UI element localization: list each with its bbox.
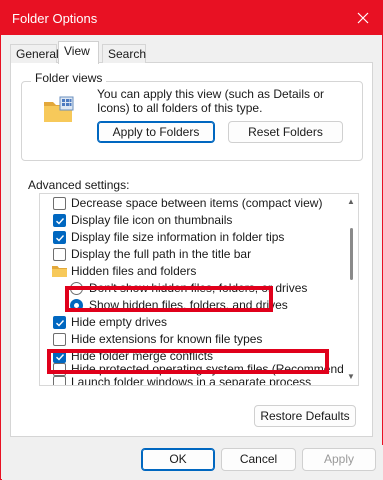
- checkbox[interactable]: [53, 197, 66, 210]
- list-item-label: Show hidden files, folders, and drives: [89, 298, 288, 312]
- checkbox[interactable]: [53, 231, 66, 244]
- scrollbar-thumb[interactable]: [350, 228, 353, 280]
- advanced-settings-list[interactable]: Decrease space between items (compact vi…: [39, 193, 359, 386]
- list-item[interactable]: Display file icon on thumbnails: [40, 212, 343, 229]
- checkbox[interactable]: [53, 214, 66, 227]
- folder-view-icon: [43, 96, 75, 124]
- folder-views-description: You can apply this view (such as Details…: [97, 87, 325, 115]
- list-item-label: Hide extensions for known file types: [71, 332, 263, 346]
- list-item[interactable]: Launch folder windows in a separate proc…: [40, 374, 343, 386]
- radio-button[interactable]: [70, 299, 83, 312]
- ok-button[interactable]: OK: [141, 448, 215, 471]
- list-item[interactable]: Show hidden files, folders, and drives: [40, 297, 343, 314]
- folder-options-window: Folder Options General View Search Folde…: [0, 0, 383, 480]
- folder-icon: [52, 265, 67, 278]
- list-scrollbar[interactable]: ▲ ▼: [344, 194, 358, 385]
- list-item[interactable]: Don't show hidden files, folders, or dri…: [40, 280, 343, 297]
- tab-view[interactable]: View: [58, 41, 99, 64]
- tab-general[interactable]: General: [10, 44, 59, 63]
- title-bar[interactable]: Folder Options: [1, 1, 382, 35]
- list-item-label: Display the full path in the title bar: [71, 247, 252, 261]
- list-item: Hidden files and folders: [40, 263, 343, 280]
- advanced-settings-label: Advanced settings:: [28, 178, 130, 192]
- scroll-down-icon[interactable]: ▼: [347, 373, 355, 381]
- radio-button[interactable]: [70, 282, 83, 295]
- list-item-label: Hide empty drives: [71, 315, 168, 329]
- reset-folders-button[interactable]: Reset Folders: [228, 121, 343, 143]
- checkbox[interactable]: [53, 333, 66, 346]
- checkbox[interactable]: [53, 248, 66, 261]
- apply-to-folders-button[interactable]: Apply to Folders: [97, 121, 215, 143]
- window-title: Folder Options: [12, 11, 98, 26]
- list-item-label: Decrease space between items (compact vi…: [71, 196, 323, 210]
- checkbox[interactable]: [53, 316, 66, 329]
- close-icon[interactable]: [352, 7, 374, 29]
- list-item[interactable]: Hide empty drives: [40, 314, 343, 331]
- checkbox[interactable]: [53, 376, 66, 385]
- list-item[interactable]: Hide extensions for known file types: [40, 331, 343, 348]
- list-item[interactable]: Display file size information in folder …: [40, 229, 343, 246]
- list-item-label: Don't show hidden files, folders, or dri…: [89, 281, 308, 295]
- apply-button: Apply: [302, 448, 376, 471]
- list-item-label: Display file icon on thumbnails: [71, 213, 233, 227]
- list-item-label: Launch folder windows in a separate proc…: [71, 375, 312, 386]
- cancel-button[interactable]: Cancel: [221, 448, 296, 471]
- list-item-label: Display file size information in folder …: [71, 230, 285, 244]
- list-item[interactable]: Display the full path in the title bar: [40, 246, 343, 263]
- scroll-up-icon[interactable]: ▲: [347, 198, 355, 206]
- tab-search[interactable]: Search: [102, 44, 146, 63]
- list-item-label: Hidden files and folders: [71, 264, 197, 278]
- list-item[interactable]: Decrease space between items (compact vi…: [40, 195, 343, 212]
- folder-views-legend: Folder views: [31, 71, 107, 85]
- restore-defaults-button[interactable]: Restore Defaults: [254, 405, 356, 427]
